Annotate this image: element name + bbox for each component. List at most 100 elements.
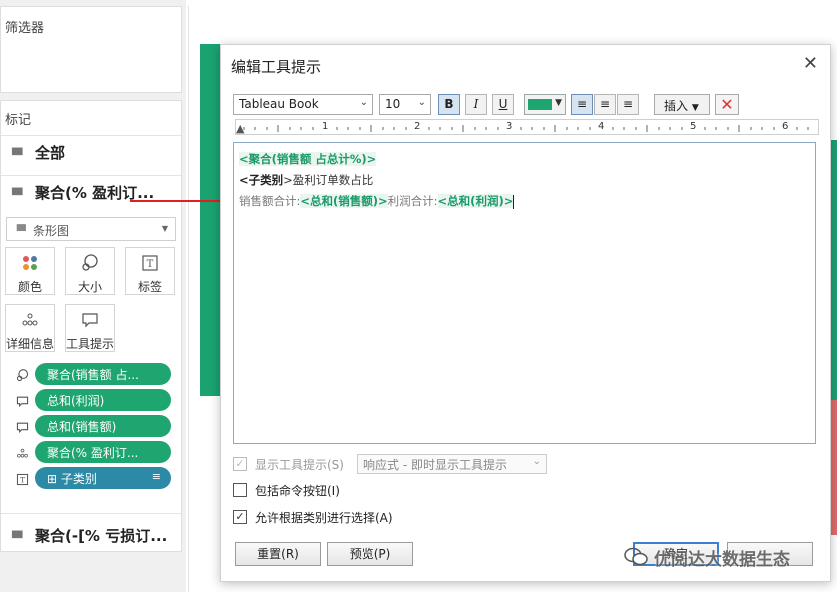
label-button-label: 标签 — [137, 280, 162, 294]
mark-field-row: 聚合(% 盈利订... — [1, 441, 181, 465]
ruler-number: 2 — [414, 121, 421, 132]
marks-title: 标记 — [5, 113, 32, 128]
detail-button[interactable]: 详细信息 — [5, 304, 55, 352]
include-buttons-checkbox[interactable] — [233, 483, 247, 497]
editor-text: 销售额合计: — [239, 194, 301, 208]
filters-title: 筛选器 — [5, 21, 45, 36]
detail-dots-icon — [15, 446, 29, 460]
field-pill-label: ⊞ 子类别 — [47, 472, 97, 486]
show-tooltip-checkbox[interactable]: ✓ — [233, 457, 247, 471]
tooltip-button-label: 工具提示 — [66, 337, 115, 351]
editor-text: >盈利订单数占比 — [283, 173, 374, 187]
tooltip-bubble-icon — [15, 394, 29, 408]
svg-text:T: T — [147, 259, 154, 270]
bar-chart-icon: ▮▮▮ — [16, 223, 27, 233]
text-caret — [513, 194, 515, 209]
field-pill-subcategory[interactable]: ⊞ 子类别 ≡ — [35, 467, 171, 489]
ruler-number: 5 — [690, 121, 697, 132]
label-t-icon: T — [15, 472, 29, 486]
ruler-number: 3 — [506, 121, 513, 132]
ruler-number: 1 — [322, 121, 329, 132]
align-center-button[interactable]: ≡ — [594, 94, 616, 115]
color-button[interactable]: 颜色 — [5, 247, 55, 295]
chevron-down-icon: ▼ — [161, 224, 168, 233]
tooltip-mode-select[interactable]: 响应式 - 即时显示工具提示 ⌄ — [357, 454, 547, 474]
red-x-icon: ✕ — [720, 95, 734, 114]
font-size-select[interactable]: 10 ⌄ — [379, 94, 431, 115]
align-center-icon: ≡ — [599, 97, 611, 111]
color-dots-icon — [6, 254, 54, 272]
chevron-down-icon: ⌄ — [417, 97, 426, 108]
size-button[interactable]: 大小 — [65, 247, 115, 295]
editor-line-1: <聚合(销售额 占总计%)> — [239, 149, 810, 170]
font-family-select[interactable]: Tableau Book ⌄ — [233, 94, 373, 115]
tooltip-bubble-icon — [15, 420, 29, 434]
font-family-value: Tableau Book — [239, 97, 319, 111]
marks-tab-label: 聚合(-[% 亏损订... — [35, 527, 168, 545]
close-icon[interactable]: ✕ — [803, 53, 818, 74]
tooltip-editor[interactable]: <聚合(销售额 占总计%)> <子类别>盈利订单数占比 销售额合计:<总和(销售… — [233, 142, 816, 444]
bold-button[interactable]: B — [438, 94, 460, 115]
mark-type-value: 条形图 — [33, 224, 70, 238]
italic-button[interactable]: I — [465, 94, 487, 115]
divider — [1, 513, 181, 514]
editor-bold-text: 子类别 — [248, 173, 284, 187]
underline-button[interactable]: U — [492, 94, 514, 115]
size-button-label: 大小 — [77, 280, 102, 294]
ruler-number: 6 — [782, 121, 789, 132]
align-right-button[interactable]: ≡ — [617, 94, 639, 115]
insert-label: 插入 — [664, 99, 689, 113]
editor-line-2: <子类别>盈利订单数占比 — [239, 170, 810, 191]
field-token: <聚合(销售额 占总计%)> — [239, 152, 377, 166]
label-button[interactable]: T 标签 — [125, 247, 175, 295]
label-t-icon: T — [126, 254, 174, 272]
reset-button[interactable]: 重置(R) — [235, 542, 321, 566]
chevron-down-icon: ⌄ — [359, 97, 368, 108]
align-left-button[interactable]: ≡ — [571, 94, 593, 115]
bar-chart-icon: ▮▮▮ — [11, 529, 23, 540]
align-right-icon: ≡ — [622, 97, 634, 111]
tooltip-bubble-icon — [66, 311, 114, 329]
left-panel: 筛选器 标记 ▮▮▮ 全部 ▮▮▮ 聚合(% 盈利订... ▮▮▮ 条形图 ▼ … — [0, 0, 186, 592]
editor-text: < — [239, 173, 249, 187]
mark-type-select[interactable]: ▮▮▮ 条形图 ▼ — [6, 217, 176, 241]
field-pill[interactable]: 聚合(% 盈利订... — [35, 441, 171, 463]
allow-select-checkbox[interactable]: ✓ — [233, 510, 247, 524]
mark-field-row: 总和(销售额) — [1, 415, 181, 439]
mark-field-row: T ⊞ 子类别 ≡ — [1, 467, 181, 491]
sort-icon: ≡ — [151, 470, 161, 483]
clear-format-button[interactable]: ✕ — [715, 94, 739, 115]
size-icon — [15, 368, 29, 382]
editor-text: 利润合计: — [387, 194, 438, 208]
insert-button[interactable]: 插入 ▼ — [654, 94, 710, 115]
tooltip-button[interactable]: 工具提示 — [65, 304, 115, 352]
field-pill[interactable]: 聚合(销售额 占... — [35, 363, 171, 385]
filters-card: 筛选器 — [0, 6, 182, 93]
show-tooltip-label: 显示工具提示(S) — [255, 458, 344, 472]
mark-field-row: 聚合(销售额 占... — [1, 363, 181, 387]
font-color-picker[interactable]: ▼ — [524, 94, 566, 115]
watermark: 优阅达大数据生态 — [624, 543, 824, 571]
tooltip-mode-value: 响应式 - 即时显示工具提示 — [363, 458, 507, 472]
align-left-icon: ≡ — [576, 97, 588, 111]
detail-button-label: 详细信息 — [6, 337, 55, 351]
svg-text:T: T — [20, 475, 25, 484]
chevron-down-icon: ▼ — [691, 103, 699, 113]
marks-tab-loss-orders[interactable]: ▮▮▮ 聚合(-[% 亏损订... — [1, 519, 181, 551]
marks-tab-all[interactable]: ▮▮▮ 全部 — [1, 135, 181, 167]
preview-button[interactable]: 预览(P) — [327, 542, 413, 566]
chart-bar-green — [200, 44, 220, 396]
format-toolbar: Tableau Book ⌄ 10 ⌄ B I U ▼ ≡ ≡ ≡ 插入 ▼ ✕ — [233, 94, 823, 116]
mark-field-row: 总和(利润) — [1, 389, 181, 413]
bar-chart-icon: ▮▮▮ — [11, 186, 23, 197]
font-size-value: 10 — [385, 97, 401, 111]
chevron-down-icon: ▼ — [555, 98, 562, 108]
field-pill[interactable]: 总和(销售额) — [35, 415, 171, 437]
color-button-label: 颜色 — [17, 280, 42, 294]
marks-tab-label: 全部 — [35, 144, 66, 162]
watermark-text: 优阅达大数据生态 — [654, 549, 790, 570]
field-token: <总和(销售额)> — [300, 194, 388, 208]
marks-card: 标记 ▮▮▮ 全部 ▮▮▮ 聚合(% 盈利订... ▮▮▮ 条形图 ▼ 颜色 大… — [0, 100, 182, 552]
field-pill[interactable]: 总和(利润) — [35, 389, 171, 411]
chevron-down-icon: ⌄ — [532, 456, 541, 467]
